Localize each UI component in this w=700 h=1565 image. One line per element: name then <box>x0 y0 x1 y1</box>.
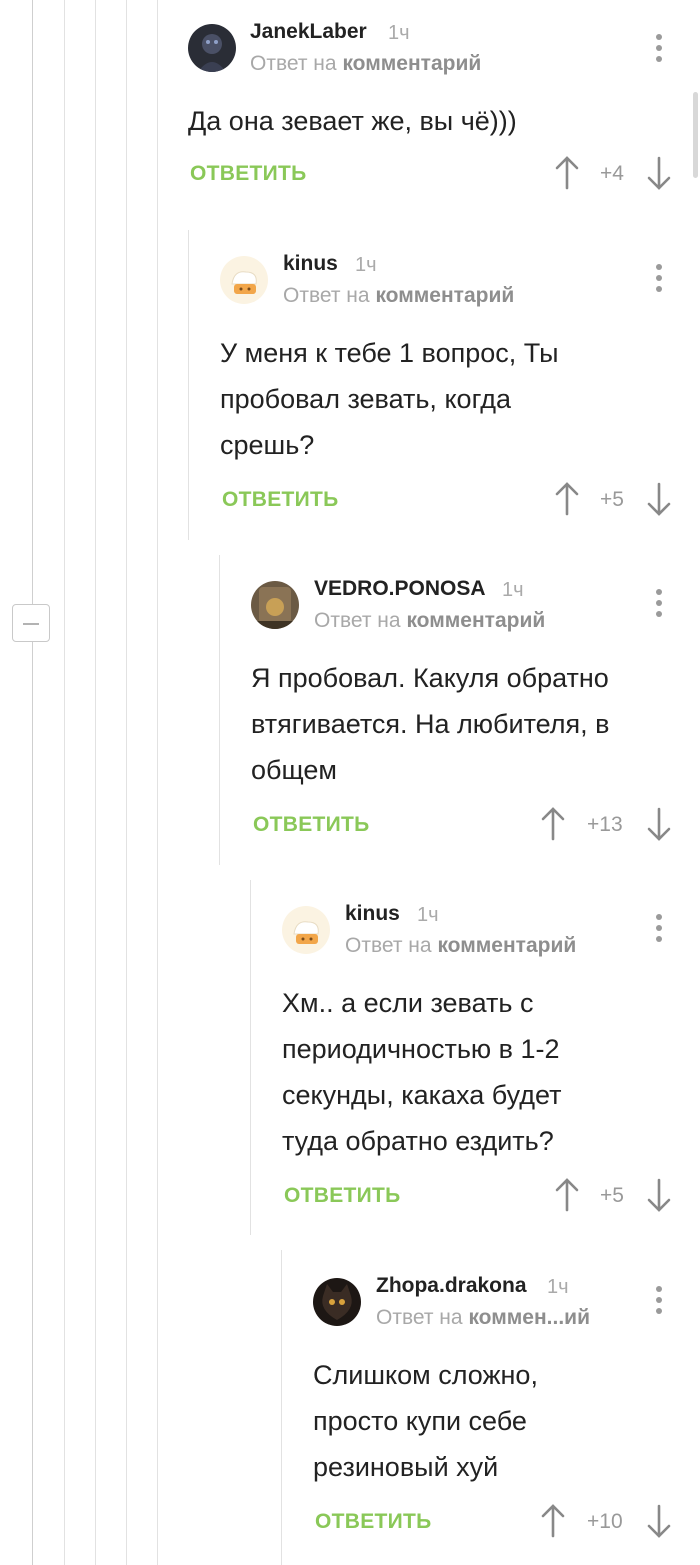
comment: Zhopa.drakona 1ч Ответ на коммен...ий Сл… <box>281 1250 700 1565</box>
comment-text: Хм.. а если зевать с периодичностью в 1-… <box>282 988 562 1156</box>
author-name[interactable]: kinus <box>283 252 338 276</box>
comment-text: У меня к тебе 1 вопрос, Ты пробовал зева… <box>220 338 559 460</box>
thread-line <box>64 0 65 1565</box>
reply-target-link[interactable]: коммен...ий <box>468 1306 590 1329</box>
reply-button[interactable]: ОТВЕТИТЬ <box>253 813 370 837</box>
comment: kinus 1ч Ответ на комментарий У меня к т… <box>188 230 700 540</box>
reply-to-label: Ответ на комментарий <box>283 284 515 307</box>
comment-time: 1ч <box>417 904 439 926</box>
thread-line <box>32 0 33 1565</box>
upvote-arrow-icon[interactable] <box>554 156 580 190</box>
rating-count: +5 <box>600 488 624 511</box>
comment: JanekLaber 1ч Ответ на комментарий Да он… <box>188 0 700 205</box>
author-name[interactable]: kinus <box>345 902 400 926</box>
reply-target-link[interactable]: комментарий <box>342 52 481 75</box>
reply-target-link[interactable]: комментарий <box>406 609 545 632</box>
rating-count: +5 <box>600 1184 624 1207</box>
comment-text: Слишком сложно, просто купи себе резинов… <box>313 1360 538 1482</box>
comment-text: Да она зевает же, вы чё))) <box>188 106 517 136</box>
reply-to-label: Ответ на коммен...ий <box>376 1306 590 1329</box>
reply-button[interactable]: ОТВЕТИТЬ <box>190 162 307 186</box>
more-options-icon[interactable] <box>652 34 666 70</box>
avatar[interactable] <box>251 581 299 629</box>
author-name[interactable]: Zhopa.drakona <box>376 1274 527 1298</box>
upvote-arrow-icon[interactable] <box>554 482 580 516</box>
comment-time: 1ч <box>502 579 524 601</box>
reply-button[interactable]: ОТВЕТИТЬ <box>315 1510 432 1534</box>
author-name[interactable]: JanekLaber <box>250 20 367 44</box>
comment-time: 1ч <box>547 1276 569 1298</box>
reply-to-label: Ответ на комментарий <box>250 52 482 75</box>
comment: VEDRO.PONOSA 1ч Ответ на комментарий Я п… <box>219 555 700 865</box>
avatar[interactable] <box>188 24 236 72</box>
rating-count: +10 <box>587 1510 623 1533</box>
reply-target-link[interactable]: комментарий <box>437 934 576 957</box>
comment-text: Я пробовал. Какуля обратно втягивается. … <box>251 663 610 785</box>
reply-to-label: Ответ на комментарий <box>314 609 546 632</box>
collapse-thread-button[interactable] <box>12 604 50 642</box>
avatar[interactable] <box>313 1278 361 1326</box>
thread-line <box>126 0 127 1565</box>
more-options-icon[interactable] <box>652 589 666 625</box>
reply-target-link[interactable]: комментарий <box>375 284 514 307</box>
thread-line <box>157 0 158 1565</box>
more-options-icon[interactable] <box>652 1286 666 1322</box>
rating-count: +13 <box>587 813 623 836</box>
downvote-arrow-icon[interactable] <box>646 807 672 841</box>
downvote-arrow-icon[interactable] <box>646 156 672 190</box>
reply-button[interactable]: ОТВЕТИТЬ <box>222 488 339 512</box>
reply-to-label: Ответ на комментарий <box>345 934 577 957</box>
rating-count: +4 <box>600 162 624 185</box>
comment-time: 1ч <box>355 254 377 276</box>
avatar[interactable] <box>282 906 330 954</box>
thread-line <box>95 0 96 1565</box>
upvote-arrow-icon[interactable] <box>554 1178 580 1212</box>
comment: kinus 1ч Ответ на комментарий Хм.. а есл… <box>250 880 700 1235</box>
downvote-arrow-icon[interactable] <box>646 482 672 516</box>
author-name[interactable]: VEDRO.PONOSA <box>314 577 486 601</box>
upvote-arrow-icon[interactable] <box>540 1504 566 1538</box>
more-options-icon[interactable] <box>652 264 666 300</box>
upvote-arrow-icon[interactable] <box>540 807 566 841</box>
downvote-arrow-icon[interactable] <box>646 1178 672 1212</box>
avatar[interactable] <box>220 256 268 304</box>
reply-button[interactable]: ОТВЕТИТЬ <box>284 1184 401 1208</box>
more-options-icon[interactable] <box>652 914 666 950</box>
downvote-arrow-icon[interactable] <box>646 1504 672 1538</box>
comment-time: 1ч <box>388 22 410 44</box>
